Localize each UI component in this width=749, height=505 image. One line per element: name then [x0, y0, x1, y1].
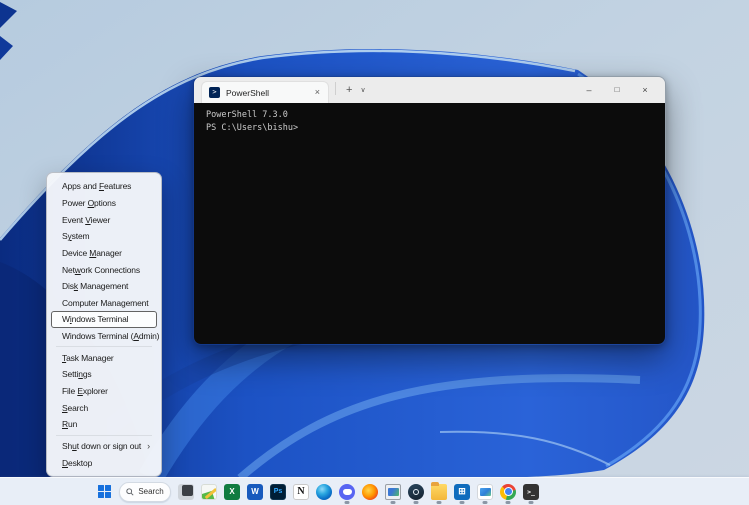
steam-icon [408, 483, 424, 500]
notion-icon: N [293, 483, 309, 500]
search-label: Search [138, 487, 164, 496]
menu-item-desktop[interactable]: Desktop [51, 454, 157, 471]
running-indicator [482, 501, 488, 504]
menu-item-settings[interactable]: Settings [51, 366, 157, 383]
menu-item-label: File Explorer [62, 386, 108, 396]
submenu-chevron-icon: › [147, 440, 150, 451]
running-indicator [390, 501, 396, 504]
chrome-icon [500, 483, 516, 500]
menu-item-label: Windows Terminal [62, 314, 129, 325]
taskbar-icon-discord[interactable] [337, 480, 357, 504]
terminal-titlebar[interactable]: > PowerShell × + ∨ – □ × [194, 77, 665, 103]
menu-item-label: Apps and Features [62, 181, 132, 192]
terminal-window: > PowerShell × + ∨ – □ × PowerShell 7.3.… [193, 76, 666, 345]
menu-item-label: Settings [62, 369, 92, 380]
taskbar-icon-word[interactable]: W [245, 480, 265, 504]
menu-item-device-manager[interactable]: Device Manager [51, 245, 157, 262]
menu-item-label: Event Viewer [62, 214, 111, 225]
menu-item-system[interactable]: System [51, 228, 157, 245]
menu-item-task-manager[interactable]: Task Manager [51, 349, 157, 366]
terminal-output[interactable]: PowerShell 7.3.0 PS C:\Users\bishu> [194, 103, 665, 344]
menu-item-search[interactable]: Search [51, 399, 157, 416]
maximize-button[interactable]: □ [603, 77, 631, 103]
powershell-icon: > [209, 87, 220, 98]
taskbar-icon-greenshot[interactable] [199, 480, 219, 504]
terminal-icon: >_ [523, 483, 539, 500]
winx-context-menu: Apps and Features Power Options Event View… [46, 172, 162, 477]
excel-icon: X [224, 483, 240, 500]
running-indicator [344, 501, 350, 504]
menu-item-label: Power Options [62, 197, 116, 208]
search-icon [126, 487, 134, 496]
menu-item-disk-management[interactable]: Disk Management [51, 278, 157, 295]
taskbar: Search X W Ps N ⊞ >_ [0, 477, 749, 505]
taskbar-icon-media-player[interactable] [383, 480, 403, 504]
taskbar-icon-microsoft-store[interactable]: ⊞ [452, 480, 472, 504]
taskbar-icon-notion[interactable]: N [291, 480, 311, 504]
terminal-line: PS C:\Users\bishu> [206, 123, 299, 133]
menu-item-label: System [62, 231, 90, 242]
close-button[interactable]: × [631, 77, 659, 103]
menu-item-label: Disk Management [62, 281, 129, 292]
greenshot-icon [201, 483, 217, 500]
menu-item-file-explorer[interactable]: File Explorer [51, 383, 157, 400]
menu-item-run[interactable]: Run [51, 416, 157, 433]
running-indicator [413, 501, 419, 504]
menu-item-network-connections[interactable]: Network Connections [51, 261, 157, 278]
new-tab-button[interactable]: + [342, 83, 356, 98]
menu-item-label: Task Manager [62, 352, 114, 363]
menu-item-label: Search [62, 402, 89, 413]
menu-item-event-viewer[interactable]: Event Viewer [51, 211, 157, 228]
menu-item-label: Network Connections [62, 264, 140, 275]
menu-item-label: Run [62, 419, 78, 430]
windows-logo-icon [97, 485, 111, 498]
tab-title: PowerShell [226, 87, 269, 98]
menu-item-label: Device Manager [62, 247, 122, 258]
menu-item-apps-and-features[interactable]: Apps and Features [51, 178, 157, 195]
taskbar-icon-photoshop[interactable]: Ps [268, 480, 288, 504]
photoshop-icon: Ps [270, 483, 286, 500]
running-indicator [528, 501, 534, 504]
menu-item-label: Windows Terminal (Admin) [62, 331, 160, 342]
media-player-icon [385, 483, 401, 500]
taskbar-search[interactable]: Search [119, 481, 171, 502]
taskbar-icon-steam[interactable] [406, 480, 426, 504]
taskbar-icon-firefox[interactable] [360, 480, 380, 504]
taskbar-icon-chrome[interactable] [498, 480, 518, 504]
menu-item-label: Desktop [62, 457, 93, 468]
taskbar-icon-edge[interactable] [314, 480, 334, 504]
start-button[interactable] [94, 480, 114, 504]
taskbar-icon-file-explorer[interactable] [429, 480, 449, 504]
discord-icon [339, 483, 355, 500]
terminal-line: PowerShell 7.3.0 [206, 110, 288, 120]
tab-separator [335, 82, 336, 95]
running-indicator [459, 501, 465, 504]
app-window-icon [178, 483, 194, 500]
taskbar-icon-terminal[interactable]: >_ [521, 480, 541, 504]
firefox-icon [362, 483, 378, 500]
menu-item-power-options[interactable]: Power Options [51, 195, 157, 212]
running-indicator [505, 501, 511, 504]
minimize-button[interactable]: – [575, 77, 603, 103]
menu-item-shut-down-or-sign-out[interactable]: Shut down or sign out › [51, 438, 157, 455]
word-icon: W [247, 483, 263, 500]
menu-separator [56, 434, 152, 436]
running-indicator [436, 501, 442, 504]
taskbar-icon-photos[interactable] [475, 480, 495, 504]
menu-item-label: Computer Management [62, 297, 149, 308]
terminal-tab-powershell[interactable]: > PowerShell × [201, 81, 329, 103]
taskbar-icon-app-window[interactable] [176, 480, 196, 504]
edge-icon [316, 483, 332, 500]
taskbar-icon-excel[interactable]: X [222, 480, 242, 504]
menu-item-windows-terminal-admin[interactable]: Windows Terminal (Admin) [51, 328, 160, 345]
photos-icon [477, 483, 493, 500]
menu-item-computer-management[interactable]: Computer Management [51, 294, 157, 311]
menu-item-label: Shut down or sign out [62, 440, 142, 451]
microsoft-store-icon: ⊞ [454, 483, 470, 500]
menu-separator [56, 346, 152, 348]
tab-close-button[interactable]: × [314, 88, 321, 97]
tab-dropdown-button[interactable]: ∨ [356, 85, 369, 96]
menu-item-windows-terminal[interactable]: Windows Terminal [51, 311, 157, 328]
file-explorer-icon [431, 481, 447, 500]
